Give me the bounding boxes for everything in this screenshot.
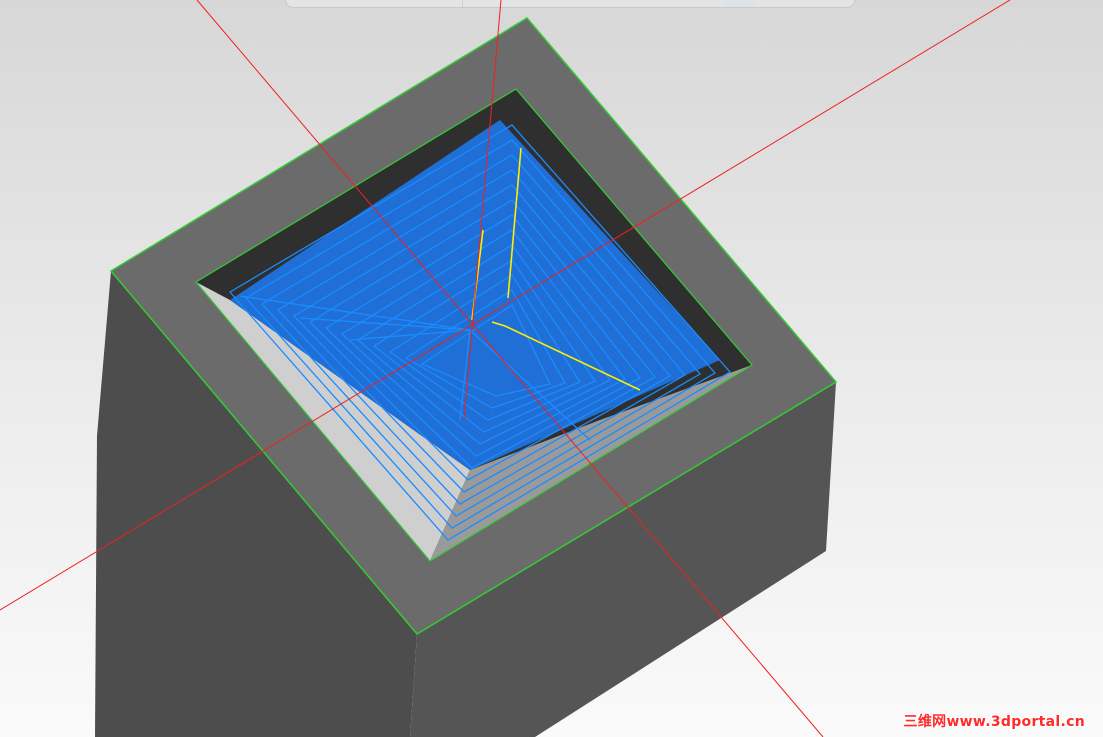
- 3d-model-view[interactable]: [0, 0, 1103, 737]
- graphics-viewport[interactable]: 三维网www.3dportal.cn: [0, 0, 1103, 737]
- watermark-text: 三维网www.3dportal.cn: [903, 714, 1085, 730]
